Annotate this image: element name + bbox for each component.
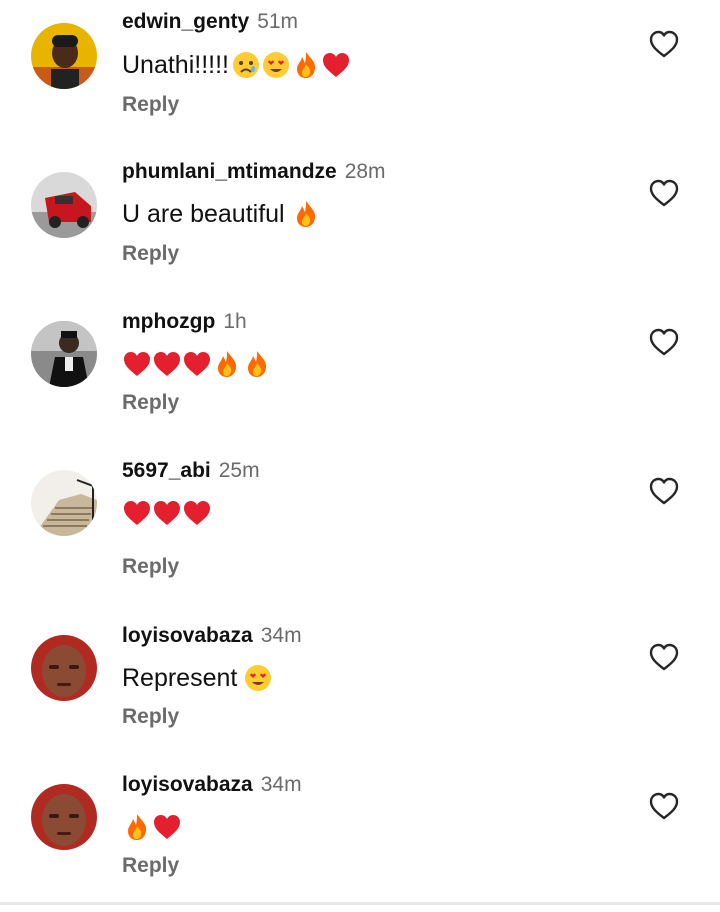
username[interactable]: mphozgp xyxy=(122,310,215,333)
red-heart-emoji xyxy=(182,349,212,379)
reply-button[interactable]: Reply xyxy=(122,705,179,729)
comment-item: loyisovabaza 34m Represent Reply xyxy=(0,613,720,763)
red-heart-emoji xyxy=(152,349,182,379)
fire-emoji xyxy=(122,812,152,842)
comment-meta: loyisovabaza 34m xyxy=(122,773,302,797)
comment-item: loyisovabaza 34m Reply xyxy=(0,762,720,912)
comment-item: mphozgp 1h Reply xyxy=(0,299,720,449)
comment-meta: phumlani_mtimandze 28m xyxy=(122,160,386,184)
reply-button[interactable]: Reply xyxy=(122,555,179,579)
timestamp: 28m xyxy=(344,160,386,183)
comment-text xyxy=(122,496,212,530)
username[interactable]: phumlani_mtimandze xyxy=(122,160,337,183)
comment-meta: edwin_genty 51m xyxy=(122,10,298,34)
comment-text: Unathi!!!!! xyxy=(122,48,351,82)
fire-emoji xyxy=(291,199,321,229)
username[interactable]: loyisovabaza xyxy=(122,773,253,796)
timestamp: 51m xyxy=(257,10,299,33)
reply-button[interactable]: Reply xyxy=(122,93,179,117)
comment-text: U are beautiful xyxy=(122,197,321,231)
timestamp: 34m xyxy=(260,773,302,796)
timestamp: 25m xyxy=(218,459,260,482)
like-heart-icon[interactable] xyxy=(648,642,680,672)
like-heart-icon[interactable] xyxy=(648,476,680,506)
comment-meta: mphozgp 1h xyxy=(122,310,247,334)
comment-item: edwin_genty 51m Unathi!!!!! Reply xyxy=(0,0,720,150)
comment-text-content: Represent xyxy=(122,663,238,692)
comment-item: phumlani_mtimandze 28m U are beautiful Re… xyxy=(0,150,720,300)
red-heart-emoji xyxy=(182,498,212,528)
username[interactable]: edwin_genty xyxy=(122,10,249,33)
comment-text-content: U are beautiful xyxy=(122,199,285,228)
fire-emoji xyxy=(291,50,321,80)
comment-meta: loyisovabaza 34m xyxy=(122,624,302,648)
username[interactable]: 5697_abi xyxy=(122,459,211,482)
like-heart-icon[interactable] xyxy=(648,791,680,821)
avatar[interactable] xyxy=(31,321,97,387)
avatar[interactable] xyxy=(31,635,97,701)
timestamp: 1h xyxy=(223,310,247,333)
avatar[interactable] xyxy=(31,784,97,850)
fire-emoji xyxy=(242,349,272,379)
comment-text xyxy=(122,810,182,844)
heart-eyes-emoji xyxy=(261,50,291,80)
timestamp: 34m xyxy=(260,624,302,647)
red-heart-emoji xyxy=(321,50,351,80)
avatar[interactable] xyxy=(31,172,97,238)
comment-item: 5697_abi 25m Reply xyxy=(0,448,720,598)
like-heart-icon[interactable] xyxy=(648,178,680,208)
avatar[interactable] xyxy=(31,470,97,536)
username[interactable]: loyisovabaza xyxy=(122,624,253,647)
comment-text xyxy=(122,347,272,381)
crying-face-emoji xyxy=(231,50,261,80)
red-heart-emoji xyxy=(152,498,182,528)
red-heart-emoji xyxy=(122,498,152,528)
avatar[interactable] xyxy=(31,23,97,89)
reply-button[interactable]: Reply xyxy=(122,242,179,266)
comment-text: Represent xyxy=(122,661,273,695)
reply-button[interactable]: Reply xyxy=(122,854,179,878)
heart-eyes-emoji xyxy=(243,663,273,693)
comment-text-content: Unathi!!!!! xyxy=(122,50,229,79)
red-heart-emoji xyxy=(122,349,152,379)
fire-emoji xyxy=(212,349,242,379)
reply-button[interactable]: Reply xyxy=(122,391,179,415)
red-heart-emoji xyxy=(152,812,182,842)
like-heart-icon[interactable] xyxy=(648,327,680,357)
like-heart-icon[interactable] xyxy=(648,29,680,59)
comment-meta: 5697_abi 25m xyxy=(122,459,260,483)
